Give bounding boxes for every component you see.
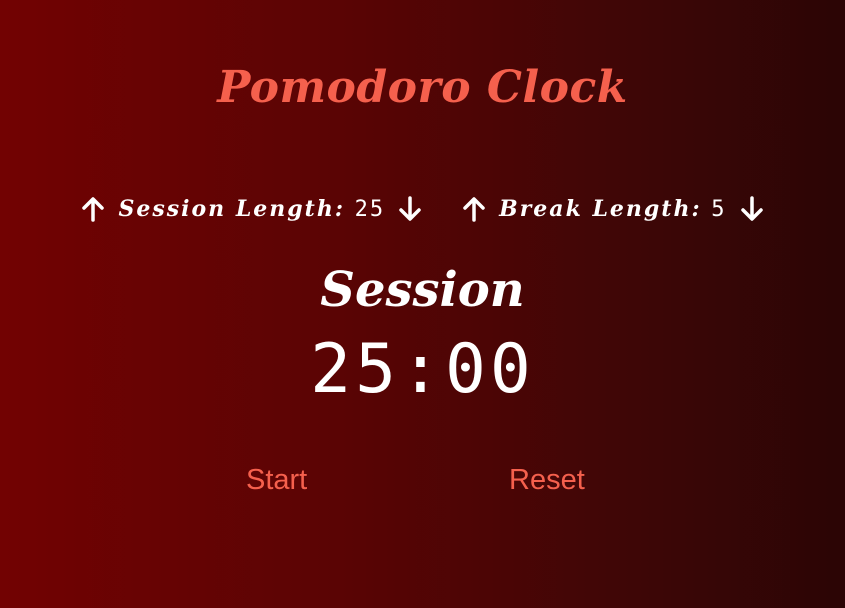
length-controls: Session Length: 25 Break Length: 5 xyxy=(0,192,845,226)
arrow-down-icon xyxy=(399,196,421,221)
timer-display: 25:00 xyxy=(310,330,535,409)
break-increment-button[interactable] xyxy=(461,195,487,223)
start-button[interactable]: Start xyxy=(246,458,307,502)
reset-button[interactable]: Reset xyxy=(509,458,585,502)
break-length-label: Break Length: xyxy=(499,196,702,222)
session-length-value: 25 xyxy=(354,197,386,222)
break-length-value: 5 xyxy=(711,197,727,222)
timer-buttons: Start Reset xyxy=(0,458,845,502)
app-title: Pomodoro Clock xyxy=(217,62,628,113)
session-increment-button[interactable] xyxy=(80,195,106,223)
session-length-text: Session Length: 25 xyxy=(118,196,385,222)
break-decrement-button[interactable] xyxy=(739,195,765,223)
arrow-up-icon xyxy=(82,197,105,222)
session-length-label: Session Length: xyxy=(118,196,345,222)
break-length-control: Break Length: 5 xyxy=(461,195,764,223)
session-decrement-button[interactable] xyxy=(397,195,423,223)
arrow-up-icon xyxy=(463,197,485,222)
arrow-down-icon xyxy=(740,196,763,221)
session-length-control: Session Length: 25 xyxy=(80,195,423,223)
break-length-text: Break Length: 5 xyxy=(499,196,726,222)
timer-label: Session xyxy=(320,262,525,318)
